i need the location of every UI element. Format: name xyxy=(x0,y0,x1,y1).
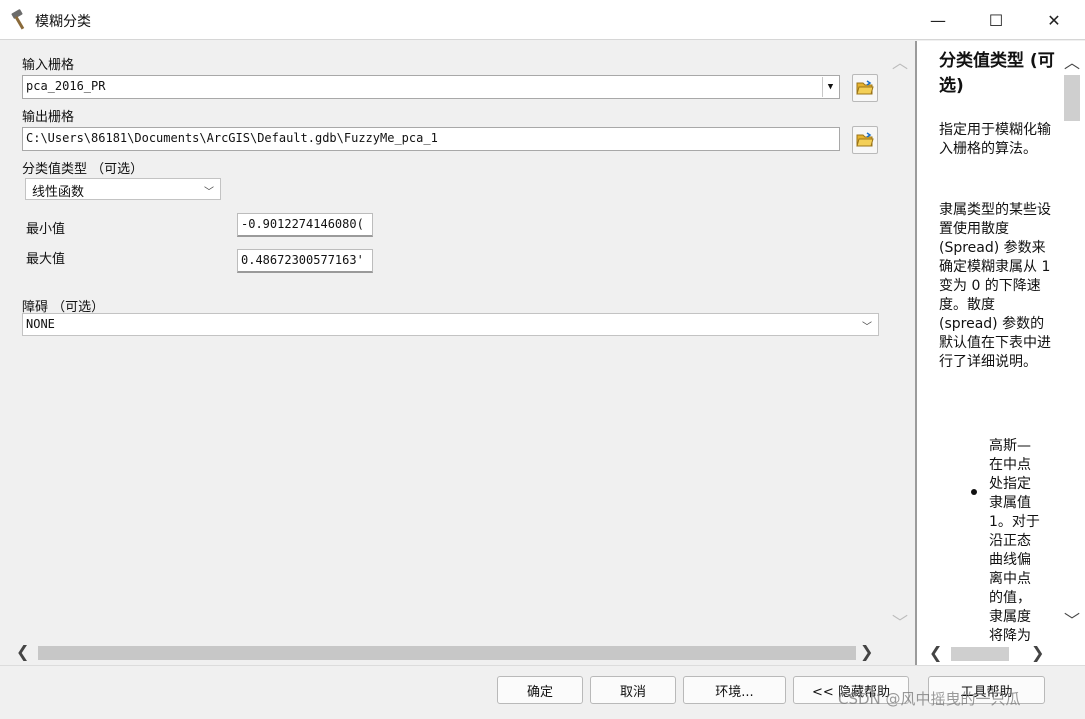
barrier-value: NONE xyxy=(26,317,55,331)
environments-button[interactable]: 环境... xyxy=(683,676,786,704)
scroll-up-icon[interactable]: ︿ xyxy=(1064,49,1080,73)
input-raster-field[interactable]: pca_2016_PR ▼ xyxy=(22,75,840,99)
output-raster-value: C:\Users\86181\Documents\ArcGIS\Default.… xyxy=(26,131,438,145)
help-bullet-1: 高斯—在中点处指定隶属值 1。对于沿正态曲线偏离中点的值，隶属度将降为 xyxy=(989,438,1040,644)
folder-open-icon xyxy=(856,80,874,95)
help-title: 分类值类型 (可选) xyxy=(939,51,1055,96)
cancel-button[interactable]: 取消 xyxy=(590,676,676,704)
scroll-right-icon[interactable]: ❯ xyxy=(1031,643,1044,662)
browse-output-button[interactable] xyxy=(852,126,878,154)
close-button[interactable]: ✕ xyxy=(1025,0,1083,40)
title-bar: 模糊分类 — ☐ ✕ xyxy=(0,0,1085,40)
ok-button[interactable]: 确定 xyxy=(497,676,583,704)
class-type-label: 分类值类型 （可选） xyxy=(22,162,144,177)
output-raster-field[interactable]: C:\Users\86181\Documents\ArcGIS\Default.… xyxy=(22,127,840,151)
minimize-icon: — xyxy=(930,10,946,30)
scroll-left-icon[interactable]: ❮ xyxy=(929,643,942,662)
horizontal-scroll-thumb[interactable] xyxy=(38,646,856,660)
scroll-right-icon[interactable]: ❯ xyxy=(860,642,873,661)
main-vertical-scrollbar[interactable]: ︿ ﹀ xyxy=(888,45,912,635)
minimum-value: -0.9012274146080( xyxy=(241,217,364,231)
input-raster-value: pca_2016_PR xyxy=(26,79,106,93)
close-icon: ✕ xyxy=(1047,10,1061,30)
folder-open-icon xyxy=(856,132,874,147)
bullet-icon xyxy=(971,489,977,495)
help-vertical-scrollbar[interactable]: ︿ ﹀ xyxy=(1060,45,1084,633)
scroll-left-icon[interactable]: ❮ xyxy=(16,642,29,661)
chevron-down-icon: ﹀ xyxy=(862,322,872,333)
minimum-input[interactable]: -0.9012274146080( xyxy=(237,213,373,237)
barrier-select[interactable]: NONE ﹀ xyxy=(22,313,879,336)
scroll-down-icon[interactable]: ﹀ xyxy=(1064,607,1080,631)
maximize-button[interactable]: ☐ xyxy=(967,0,1025,40)
hammer-icon xyxy=(11,9,25,30)
maximize-icon: ☐ xyxy=(988,10,1004,30)
minimize-button[interactable]: — xyxy=(909,0,967,40)
help-paragraph-1: 指定用于模糊化输入栅格的算法。 xyxy=(939,122,1051,157)
help-horizontal-scroll-thumb[interactable] xyxy=(951,647,1009,661)
help-paragraph-2: 隶属类型的某些设置使用散度 (Spread) 参数来确定模糊隶属从 1 变为 0… xyxy=(939,202,1051,370)
watermark: CSDN @风中摇曳的一只瓜 xyxy=(838,690,1021,708)
maximum-label: 最大值 xyxy=(26,252,66,267)
window-title: 模糊分类 xyxy=(35,14,91,30)
maximum-input[interactable]: 0.48672300577163' xyxy=(237,249,373,273)
class-type-value: 线性函数 xyxy=(32,185,85,200)
scroll-down-icon[interactable]: ﹀ xyxy=(892,609,908,633)
output-raster-label: 输出栅格 xyxy=(22,110,75,125)
parameters-panel: 输入栅格 pca_2016_PR ▼ 输出栅格 C:\Users\86181\D… xyxy=(0,41,914,665)
help-vertical-scroll-thumb[interactable] xyxy=(1064,75,1080,121)
scroll-up-icon[interactable]: ︿ xyxy=(892,49,908,73)
browse-input-button[interactable] xyxy=(852,74,878,102)
minimum-label: 最小值 xyxy=(26,222,66,237)
maximum-value: 0.48672300577163' xyxy=(241,253,364,267)
class-type-select[interactable]: 线性函数 ﹀ xyxy=(25,178,221,200)
input-raster-label: 输入栅格 xyxy=(22,58,75,73)
help-horizontal-scrollbar[interactable]: ❮ ❯ xyxy=(925,643,1055,665)
chevron-down-icon: ﹀ xyxy=(204,187,214,198)
dropdown-arrow-icon[interactable]: ▼ xyxy=(822,77,838,97)
main-horizontal-scrollbar[interactable]: ❮ ❯ xyxy=(14,642,880,664)
